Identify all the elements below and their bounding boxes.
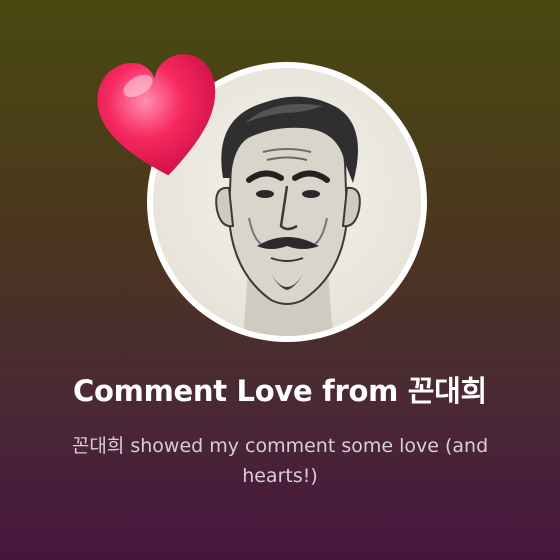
notification-message: 꼰대희 showed my comment some love (and hea… — [71, 435, 489, 487]
notification-title: Comment Love from 꼰대희 — [73, 374, 487, 408]
comment-love-card: Comment Love from 꼰대희 꼰대희 showed my comm… — [0, 0, 560, 560]
heart-icon — [97, 54, 216, 176]
